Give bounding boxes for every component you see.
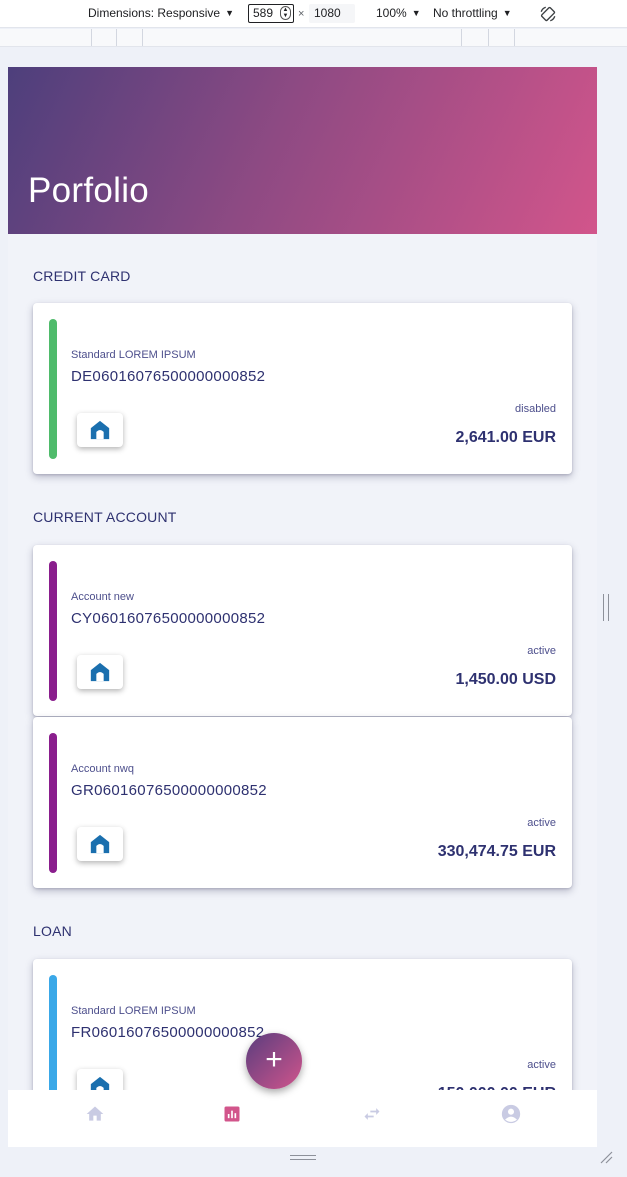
account-iban: CY06016076500000000852 — [71, 610, 266, 627]
bottom-navigation — [8, 1090, 597, 1147]
dimensions-dropdown[interactable]: Dimensions: Responsive ▼ — [88, 6, 234, 20]
viewport-resize-handle-corner[interactable] — [599, 1150, 613, 1164]
account-iban: DE06016076500000000852 — [71, 368, 266, 385]
spinner-icon[interactable]: ▲ ▼ — [280, 6, 291, 20]
nav-portfolio-chart-icon[interactable] — [220, 1102, 244, 1126]
dimension-separator: × — [298, 8, 305, 20]
width-input[interactable]: 589 ▲ ▼ — [248, 4, 294, 23]
throttling-label: No throttling — [433, 6, 498, 20]
account-name: Account nwq — [71, 763, 134, 775]
height-input[interactable]: 1080 — [309, 4, 355, 23]
dimensions-label: Dimensions: Responsive — [88, 6, 221, 20]
bank-logo-icon — [77, 827, 123, 861]
account-accent-bar — [49, 733, 57, 873]
account-status: disabled — [515, 403, 556, 415]
account-name: Standard LOREM IPSUM — [71, 349, 196, 361]
width-value: 589 — [253, 6, 274, 20]
account-balance: 1,450.00 USD — [455, 671, 556, 688]
zoom-label: 100% — [376, 6, 407, 20]
section-title-loan: LOAN — [33, 923, 72, 939]
height-value: 1080 — [314, 6, 341, 20]
account-accent-bar — [49, 561, 57, 701]
section-title-current-account: CURRENT ACCOUNT — [33, 509, 177, 525]
account-status: active — [527, 817, 556, 829]
media-query-ruler — [0, 29, 627, 47]
chevron-down-icon: ▼ — [411, 8, 421, 18]
devtools-device-toolbar: Dimensions: Responsive ▼ 589 ▲ ▼ × 1080 1… — [0, 0, 627, 28]
nav-home-icon[interactable] — [83, 1102, 107, 1126]
chevron-down-icon: ▼ — [502, 8, 512, 18]
bank-logo-icon — [77, 655, 123, 689]
add-button[interactable]: + — [246, 1033, 302, 1089]
account-card[interactable]: Account nwq GR06016076500000000852 activ… — [33, 717, 572, 888]
account-iban: FR06016076500000000852 — [71, 1024, 265, 1041]
throttling-dropdown[interactable]: No throttling ▼ — [433, 6, 512, 20]
chevron-down-icon: ▼ — [225, 8, 234, 18]
nav-transfer-icon[interactable] — [360, 1102, 384, 1126]
account-status: active — [527, 645, 556, 657]
header-banner: Porfolio — [8, 67, 597, 234]
viewport-resize-handle-bottom[interactable] — [290, 1155, 316, 1160]
viewport-resize-handle-right[interactable] — [603, 594, 609, 621]
bank-logo-icon — [77, 413, 123, 447]
account-accent-bar — [49, 319, 57, 459]
account-name: Standard LOREM IPSUM — [71, 1005, 196, 1017]
account-name: Account new — [71, 591, 134, 603]
account-card[interactable]: Standard LOREM IPSUM DE06016076500000000… — [33, 303, 572, 474]
account-card[interactable]: Account new CY06016076500000000852 activ… — [33, 545, 572, 716]
device-viewport: Porfolio CREDIT CARD Standard LOREM IPSU… — [8, 67, 597, 1147]
rotate-icon[interactable] — [539, 5, 557, 23]
zoom-dropdown[interactable]: 100% ▼ — [376, 6, 421, 20]
section-title-credit-card: CREDIT CARD — [33, 268, 131, 284]
account-status: active — [527, 1059, 556, 1071]
nav-profile-icon[interactable] — [499, 1102, 523, 1126]
account-balance: 2,641.00 EUR — [455, 429, 556, 446]
account-iban: GR06016076500000000852 — [71, 782, 267, 799]
account-balance: 330,474.75 EUR — [437, 843, 556, 860]
page-title: Porfolio — [28, 171, 150, 210]
